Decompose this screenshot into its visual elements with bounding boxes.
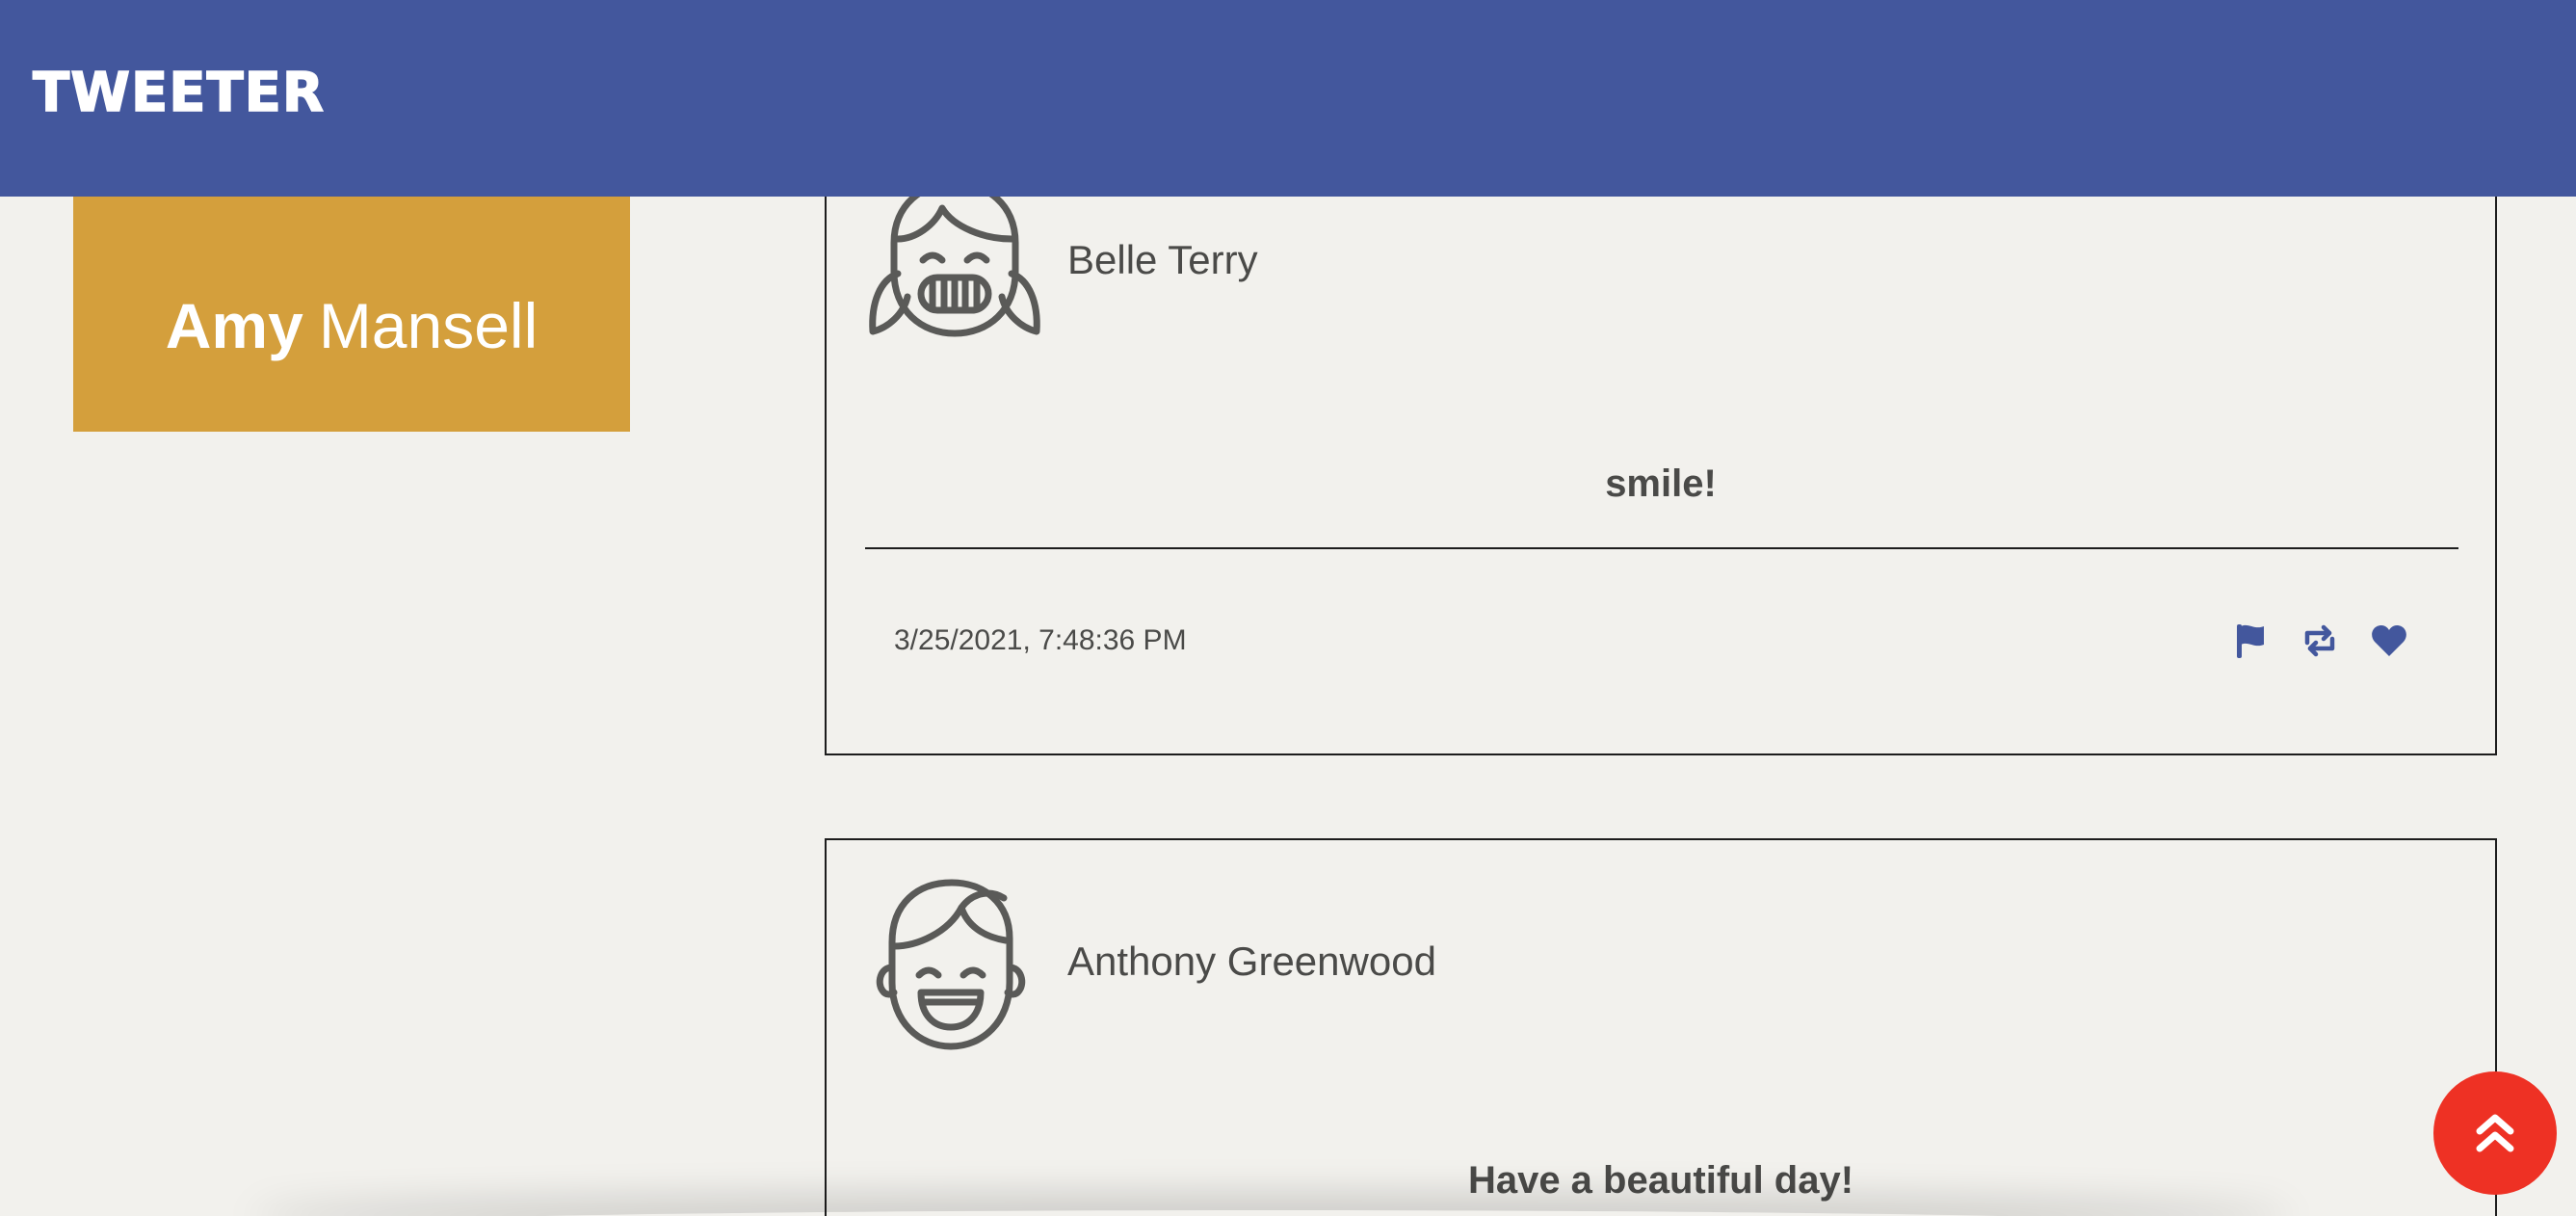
tweet-text: smile! <box>1605 463 1717 505</box>
profile-last-name: Mansell <box>318 290 539 361</box>
tweet-author[interactable]: Anthony Greenwood <box>1067 937 1436 987</box>
page: TWEETER Amy Mansell Belle Terry smile! 3… <box>0 0 2576 1216</box>
profile-name: Amy Mansell <box>73 289 630 362</box>
tweet-author[interactable]: Belle Terry <box>1067 235 1258 285</box>
boy-face-icon <box>876 879 1026 1050</box>
top-navbar: TWEETER <box>0 0 2576 197</box>
brand-logo[interactable]: TWEETER <box>32 60 325 127</box>
tweet-card: Anthony Greenwood Have a beautiful day! <box>825 838 2497 1216</box>
profile-card: Amy Mansell <box>73 197 630 432</box>
tweet-timestamp: 3/25/2021, 7:48:36 PM <box>894 624 1187 656</box>
profile-first-name: Amy <box>165 290 303 361</box>
heart-icon[interactable] <box>2370 621 2408 660</box>
tweet-card: Belle Terry smile! 3/25/2021, 7:48:36 PM <box>825 145 2497 755</box>
double-chevron-up-icon <box>2476 1114 2514 1152</box>
tweet-text: Have a beautiful day! <box>1467 1159 1854 1202</box>
flag-icon[interactable] <box>2231 621 2270 660</box>
scroll-to-top-button[interactable] <box>2433 1071 2557 1195</box>
tweet-actions <box>2231 621 2424 660</box>
tweet-divider <box>865 547 2458 549</box>
retweet-icon[interactable] <box>2300 621 2339 660</box>
